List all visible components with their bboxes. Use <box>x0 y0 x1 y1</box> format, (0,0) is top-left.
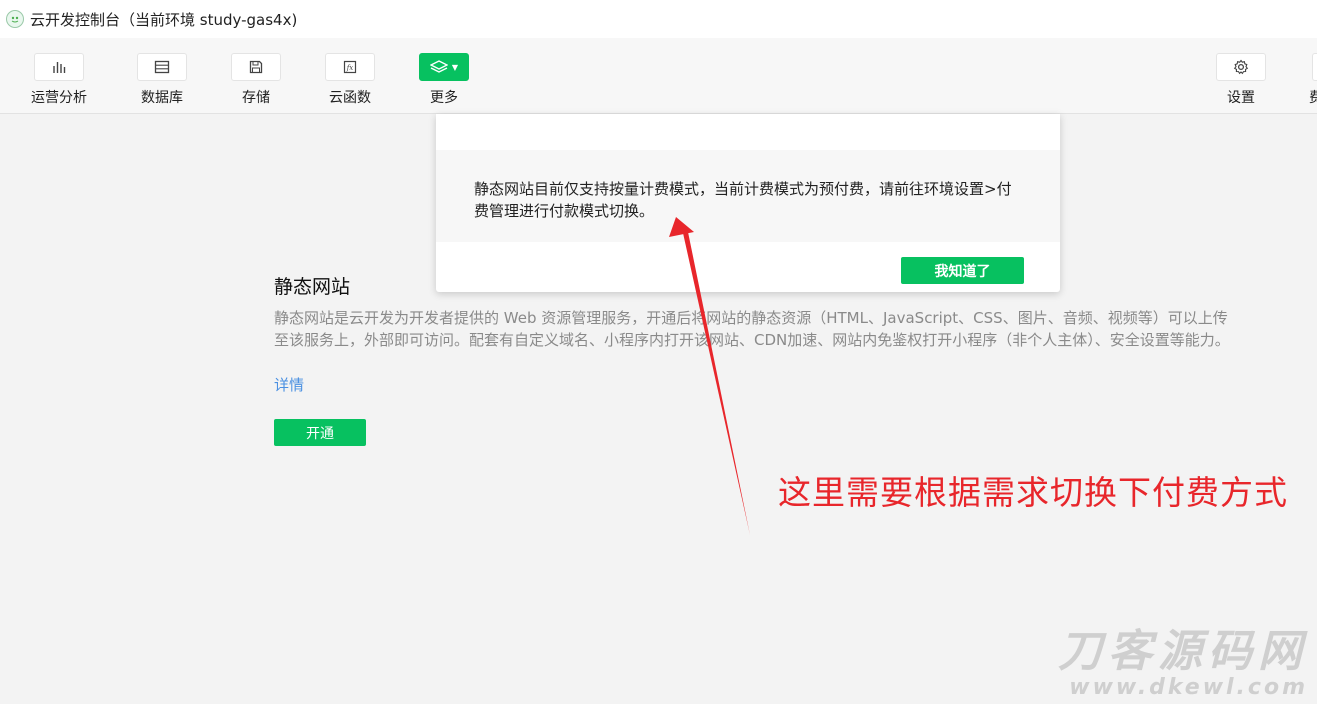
svg-text:fx: fx <box>346 64 354 72</box>
notice-dialog: 静态网站目前仅支持按量计费模式，当前计费模式为预付费，请前往环境设置>付费管理进… <box>436 114 1060 292</box>
dialog-message-area: 静态网站目前仅支持按量计费模式，当前计费模式为预付费，请前往环境设置>付费管理进… <box>436 150 1060 242</box>
toolbar-item-partial[interactable]: 费 <box>1309 53 1317 107</box>
toolbar-item-functions[interactable]: fx 云函数 <box>325 53 375 107</box>
toolbar-item-label: 更多 <box>430 90 458 106</box>
caret-down-icon: ▼ <box>451 62 459 72</box>
database-icon[interactable] <box>137 53 187 81</box>
watermark: 刀客源码网 www.dkewl.com <box>1058 628 1308 700</box>
toolbar-item-analytics[interactable]: 运营分析 <box>31 53 87 107</box>
open-button[interactable]: 开通 <box>274 419 366 446</box>
watermark-sub: www.dkewl.com <box>1069 675 1308 700</box>
layers-icon[interactable]: ▼ <box>419 53 469 81</box>
toolbar-item-label: 设置 <box>1227 90 1255 106</box>
annotation-text: 这里需要根据需求切换下付费方式 <box>778 473 1288 512</box>
save-icon[interactable] <box>231 53 281 81</box>
toolbar-item-label: 存储 <box>242 90 270 106</box>
toolbar-item-label: 云函数 <box>329 90 371 106</box>
wechat-devtools-icon <box>6 10 24 28</box>
toolbar-item-label: 运营分析 <box>31 90 87 106</box>
function-icon[interactable]: fx <box>325 53 375 81</box>
toolbar-item-more[interactable]: ▼ 更多 <box>419 53 469 107</box>
toolbar-item-label: 数据库 <box>141 90 183 106</box>
toolbar-item-label: 费 <box>1309 90 1317 106</box>
acknowledge-button[interactable]: 我知道了 <box>901 257 1024 284</box>
dialog-message: 静态网站目前仅支持按量计费模式，当前计费模式为预付费，请前往环境设置>付费管理进… <box>474 180 1012 220</box>
gear-icon[interactable] <box>1216 53 1266 81</box>
partial-button[interactable] <box>1312 53 1317 81</box>
toolbar-item-settings[interactable]: 设置 <box>1216 53 1266 107</box>
section-title: 静态网站 <box>274 276 351 298</box>
title-bar: 云开发控制台（当前环境 study-gas4x) <box>0 0 1317 38</box>
toolbar-item-database[interactable]: 数据库 <box>137 53 187 107</box>
detail-link[interactable]: 详情 <box>274 374 304 395</box>
section-description: 静态网站是云开发为开发者提供的 Web 资源管理服务，开通后将网站的静态资源（H… <box>274 309 1230 349</box>
watermark-main: 刀客源码网 <box>1058 626 1308 677</box>
toolbar: 运营分析 数据库 存储 fx 云函数 ▼ 更多 设置 费 <box>0 38 1317 114</box>
bar-chart-icon[interactable] <box>34 53 84 81</box>
window-title: 云开发控制台（当前环境 study-gas4x) <box>30 10 298 29</box>
toolbar-item-storage[interactable]: 存储 <box>231 53 281 107</box>
